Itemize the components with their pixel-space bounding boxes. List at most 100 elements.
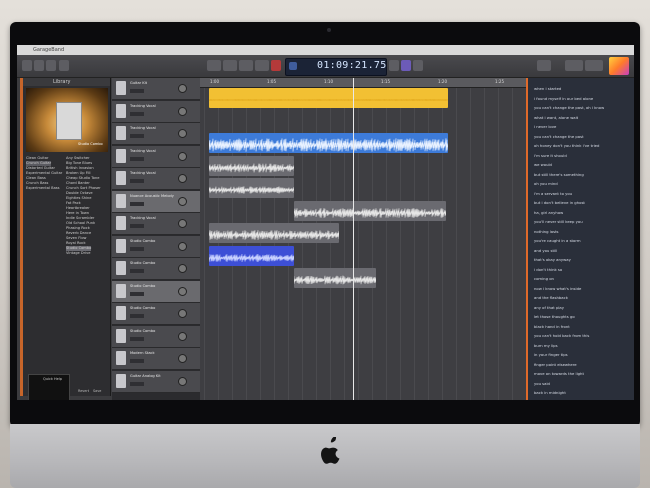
library-category[interactable]: Experimental Bass — [26, 186, 60, 191]
smart-controls-button[interactable] — [59, 60, 69, 71]
grid-line — [498, 87, 499, 400]
track-name: Tracking Vocal — [130, 171, 156, 175]
instrument-icon — [116, 283, 126, 298]
volume-knob[interactable] — [178, 286, 187, 296]
notepad-button[interactable] — [565, 60, 583, 71]
library-preset[interactable]: Vintage Drive — [66, 251, 90, 256]
track-header[interactable]: Modern Stack — [112, 348, 200, 370]
mute-solo-buttons[interactable] — [130, 134, 144, 138]
playhead-time: 01:09:21.75 — [317, 60, 387, 71]
playhead[interactable] — [353, 78, 354, 400]
volume-knob[interactable] — [178, 219, 187, 228]
audio-region[interactable] — [209, 155, 294, 176]
volume-knob[interactable] — [178, 129, 187, 138]
play-button[interactable] — [255, 60, 269, 71]
volume-knob[interactable] — [178, 196, 187, 206]
ruler-tick-label: 1:10 — [324, 79, 333, 84]
track-header[interactable]: Guitar Analog Kit — [112, 370, 200, 393]
track-header[interactable]: Tracking Vocal — [112, 123, 200, 145]
track-headers: Guitar Kit Tracking Vocal Tracking Vocal Tr… — [112, 78, 200, 400]
timeline-ruler[interactable]: 1:001:051:101:151:201:251:30 — [200, 78, 526, 88]
volume-knob[interactable] — [178, 264, 187, 273]
mute-solo-buttons[interactable] — [130, 224, 144, 228]
forward-button[interactable] — [223, 60, 237, 71]
library-button[interactable] — [22, 60, 32, 71]
mute-solo-buttons[interactable] — [130, 291, 144, 296]
audio-region[interactable] — [209, 88, 448, 108]
lyric-line: coming on — [534, 276, 554, 281]
stop-button[interactable] — [239, 60, 253, 71]
volume-knob[interactable] — [178, 151, 187, 161]
audio-region[interactable] — [209, 178, 294, 198]
count-in-button[interactable] — [401, 60, 411, 71]
track-header[interactable]: Studio Combo — [112, 280, 200, 303]
lyric-line: you said — [534, 380, 550, 386]
revert-button[interactable]: Revert — [78, 389, 89, 393]
volume-knob[interactable] — [178, 241, 187, 251]
preset-name: Studio Combo — [78, 142, 103, 146]
lyric-line: you can't change the past — [534, 133, 584, 139]
waveform-path — [294, 207, 446, 218]
mute-solo-buttons[interactable] — [130, 314, 144, 318]
lyric-line: move on towards the light — [534, 371, 584, 376]
control-bar: 01:09:21.75 — [17, 55, 634, 78]
audio-region[interactable] — [294, 268, 376, 288]
track-header[interactable]: Tracking Vocal — [112, 145, 200, 168]
track-header[interactable]: Studio Combo — [112, 325, 200, 348]
track-header[interactable]: Tracking Vocal — [112, 100, 200, 123]
track-name: Studio Combo — [130, 306, 156, 310]
instrument-icon — [116, 81, 126, 95]
volume-knob[interactable] — [178, 354, 187, 363]
record-button[interactable] — [271, 60, 281, 71]
instrument-icon — [116, 126, 126, 140]
volume-knob[interactable] — [178, 309, 187, 318]
volume-knob[interactable] — [178, 84, 187, 93]
waveform-path — [294, 275, 376, 285]
waveform-path — [209, 138, 448, 152]
mute-solo-buttons[interactable] — [130, 201, 144, 206]
track-header[interactable]: Tracking Vocal — [112, 213, 200, 235]
track-header[interactable]: Studio Combo — [112, 258, 200, 280]
track-header[interactable]: Studio Combo — [112, 303, 200, 325]
save-button[interactable]: Save — [93, 389, 101, 393]
toolbar-button[interactable] — [46, 60, 56, 71]
mute-solo-buttons[interactable] — [130, 269, 144, 273]
waveform — [294, 207, 446, 218]
audio-region[interactable] — [209, 133, 448, 153]
track-header[interactable]: Guitar Kit — [112, 78, 200, 100]
volume-knob[interactable] — [178, 331, 187, 341]
mute-solo-buttons[interactable] — [130, 89, 144, 93]
quick-help-button[interactable] — [34, 60, 44, 71]
audio-region[interactable] — [294, 200, 446, 221]
instrument-icon — [116, 306, 126, 320]
audio-region[interactable] — [209, 245, 294, 266]
tuner-button[interactable] — [389, 60, 399, 71]
volume-knob[interactable] — [178, 376, 187, 386]
track-header[interactable]: Tracking Vocal — [112, 168, 200, 190]
lcd-mode-icon[interactable] — [289, 62, 297, 70]
loop-browser-button[interactable] — [585, 60, 603, 71]
lyric-line: i never love — [534, 124, 557, 129]
audio-region[interactable] — [209, 223, 339, 243]
master-volume-slider[interactable] — [537, 60, 551, 71]
mute-solo-buttons[interactable] — [130, 336, 144, 341]
rewind-button[interactable] — [207, 60, 221, 71]
lyric-line: nothing lasts — [534, 228, 559, 234]
mute-solo-buttons[interactable] — [130, 359, 144, 363]
metronome-button[interactable] — [413, 60, 423, 71]
mute-solo-buttons[interactable] — [130, 179, 144, 183]
volume-knob[interactable] — [178, 174, 187, 183]
ruler-tick-label: 1:20 — [438, 79, 447, 84]
mute-solo-buttons[interactable] — [130, 381, 144, 386]
track-header[interactable]: Studio Combo — [112, 235, 200, 258]
waveform — [294, 275, 376, 285]
mute-solo-buttons[interactable] — [130, 111, 144, 116]
lyric-line: what i want, alone wait — [534, 114, 579, 120]
track-header[interactable]: Nuance Acoustic Melody — [112, 190, 200, 213]
mute-solo-buttons[interactable] — [130, 156, 144, 161]
grid-line — [484, 87, 485, 400]
grid-line — [470, 87, 471, 400]
waveform — [209, 230, 339, 240]
mute-solo-buttons[interactable] — [130, 246, 144, 251]
volume-knob[interactable] — [178, 106, 187, 116]
